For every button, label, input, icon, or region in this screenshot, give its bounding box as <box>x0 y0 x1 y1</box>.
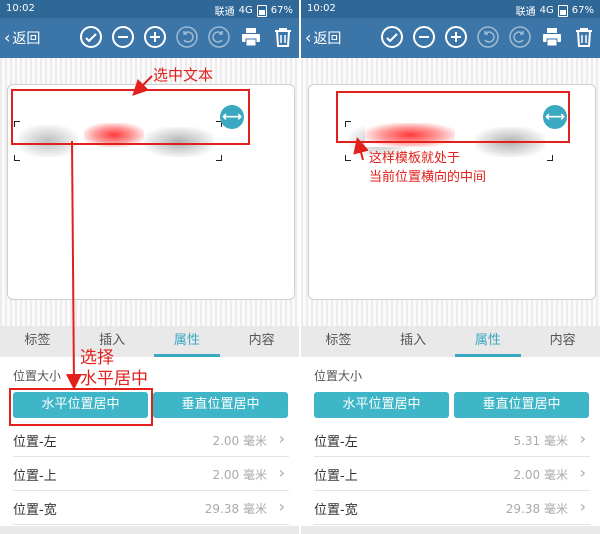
status-time: 10:02 <box>6 3 35 14</box>
check-circle-icon[interactable] <box>380 25 404 49</box>
network-label: 4G <box>539 5 554 16</box>
property-row-left[interactable]: 位置-左 5.31 毫米 › <box>314 423 590 457</box>
property-row-width[interactable]: 位置-宽 29.38 毫米 › <box>314 491 590 525</box>
print-icon[interactable] <box>540 25 564 49</box>
back-label: 返回 <box>12 31 41 47</box>
trash-icon[interactable] <box>271 25 295 49</box>
annotation-choose-line2: 水平居中 <box>80 369 148 389</box>
properties-panel: 位置大小 水平位置居中 垂直位置居中 位置-左 2.00 毫米 › 位置-上 2… <box>0 357 299 534</box>
battery-icon <box>557 4 568 17</box>
redo-icon[interactable] <box>207 25 231 49</box>
check-circle-icon[interactable] <box>79 25 103 49</box>
phone-screen-left: 10:02 联通 4G 67% ‹ 返回 ⟷ 标签 插入 属性 内容 位置大小 … <box>0 0 299 534</box>
property-label: 位置-左 <box>13 435 57 450</box>
annotation-choose-line1: 选择 <box>80 348 114 368</box>
back-label: 返回 <box>313 31 342 47</box>
annotation-result-line2: 当前位置横向的中间 <box>369 170 487 185</box>
chevron-right-icon: › <box>278 429 285 448</box>
chevron-right-icon: › <box>278 497 285 516</box>
trash-icon[interactable] <box>572 25 596 49</box>
chevron-right-icon: › <box>278 463 285 482</box>
tab-label[interactable]: 标签 <box>0 326 75 357</box>
tab-label[interactable]: 标签 <box>301 326 376 357</box>
property-label: 位置-宽 <box>13 503 57 518</box>
property-label: 位置-宽 <box>314 503 358 518</box>
horizontal-center-button[interactable]: 水平位置居中 <box>314 392 449 418</box>
property-value: 29.38 毫米 <box>204 502 267 516</box>
property-label: 位置-左 <box>314 435 358 450</box>
chevron-right-icon: › <box>579 429 586 448</box>
redo-icon[interactable] <box>508 25 532 49</box>
properties-panel: 位置大小 水平位置居中 垂直位置居中 位置-左 5.31 毫米 › 位置-上 2… <box>301 357 600 534</box>
section-label: 位置大小 <box>13 369 62 383</box>
property-value: 2.00 毫米 <box>513 468 568 482</box>
property-row-top[interactable]: 位置-上 2.00 毫米 › <box>13 457 289 491</box>
back-button[interactable]: ‹ 返回 <box>4 28 40 48</box>
tab-bar: 标签 插入 属性 内容 <box>0 326 299 357</box>
carrier-label: 联通 <box>515 7 536 18</box>
minus-circle-icon[interactable] <box>412 25 436 49</box>
tab-bar: 标签 插入 属性 内容 <box>301 326 600 357</box>
chevron-left-icon: ‹ <box>4 28 11 47</box>
phone-screen-right: 10:02 联通 4G 67% ‹ 返回 ⟷ 标签 插入 属性 内容 位置大小 … <box>301 0 600 534</box>
undo-icon[interactable] <box>476 25 500 49</box>
tab-content[interactable]: 内容 <box>525 326 600 357</box>
vertical-center-button[interactable]: 垂直位置居中 <box>153 392 288 418</box>
tab-properties[interactable]: 属性 <box>150 326 225 357</box>
status-time: 10:02 <box>307 3 336 14</box>
back-button[interactable]: ‹ 返回 <box>305 28 341 48</box>
property-value: 2.00 毫米 <box>212 468 267 482</box>
vertical-center-button[interactable]: 垂直位置居中 <box>454 392 589 418</box>
top-toolbar: ‹ 返回 <box>0 18 299 58</box>
chevron-right-icon: › <box>579 463 586 482</box>
battery-icon <box>256 4 267 17</box>
chevron-right-icon: › <box>579 497 586 516</box>
battery-level: 67% <box>571 5 594 16</box>
property-row-left[interactable]: 位置-左 2.00 毫米 › <box>13 423 289 457</box>
annotation-box-selected-text <box>11 89 250 145</box>
chevron-left-icon: ‹ <box>305 28 312 47</box>
annotation-select-text: 选中文本 <box>153 66 214 84</box>
plus-circle-icon[interactable] <box>143 25 167 49</box>
status-bar: 10:02 联通 4G 67% <box>301 0 600 18</box>
property-value: 5.31 毫米 <box>513 434 568 448</box>
property-value: 29.38 毫米 <box>505 502 568 516</box>
print-icon[interactable] <box>239 25 263 49</box>
undo-icon[interactable] <box>175 25 199 49</box>
tab-insert[interactable]: 插入 <box>376 326 451 357</box>
property-row-width[interactable]: 位置-宽 29.38 毫米 › <box>13 491 289 525</box>
property-value: 2.00 毫米 <box>212 434 267 448</box>
tab-content[interactable]: 内容 <box>224 326 299 357</box>
plus-circle-icon[interactable] <box>444 25 468 49</box>
carrier-label: 联通 <box>214 7 235 18</box>
top-toolbar: ‹ 返回 <box>301 18 600 58</box>
battery-level: 67% <box>270 5 293 16</box>
section-label: 位置大小 <box>314 369 363 383</box>
property-label: 位置-上 <box>314 469 358 484</box>
property-label: 位置-上 <box>13 469 57 484</box>
minus-circle-icon[interactable] <box>111 25 135 49</box>
network-label: 4G <box>238 5 253 16</box>
annotation-box-h-center <box>9 388 153 426</box>
property-row-top[interactable]: 位置-上 2.00 毫米 › <box>314 457 590 491</box>
status-bar: 10:02 联通 4G 67% <box>0 0 299 18</box>
tab-properties[interactable]: 属性 <box>451 326 526 357</box>
annotation-result-line1: 这样模板就处于 <box>369 151 461 166</box>
annotation-box-result <box>336 91 570 143</box>
